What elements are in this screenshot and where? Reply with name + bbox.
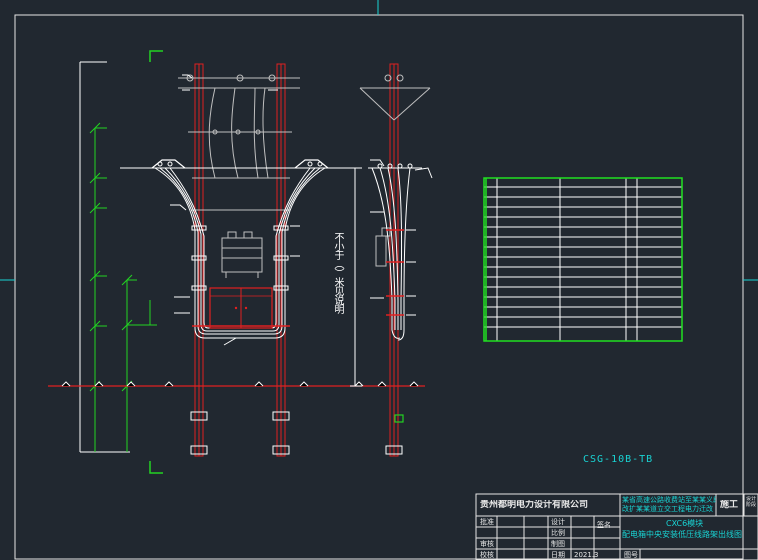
height-dimension — [350, 167, 362, 387]
check-label: 校核 — [480, 551, 494, 559]
side-view-pole — [385, 63, 404, 457]
date-value: 2021.3 — [574, 551, 599, 559]
height-dimension-label: 不小于（）米见说明 — [332, 232, 343, 313]
review-label: 审核 — [480, 540, 494, 548]
date-label: 日期 — [551, 551, 565, 559]
design-stage-caption: 设计阶段 — [746, 496, 757, 508]
drawing-title-line1: CXC6模块 — [666, 519, 704, 528]
design-stage: 施工 — [720, 500, 739, 510]
left-dimension-chain — [79, 61, 157, 453]
signature-mark: 签名 — [597, 521, 611, 529]
approve-label: 批准 — [480, 518, 494, 526]
front-view-poles — [194, 63, 286, 457]
side-view-conductors — [368, 159, 433, 341]
cad-drawing-canvas — [0, 0, 758, 560]
draw-label: 制图 — [551, 540, 565, 548]
drawing-no-label: 图号 — [624, 551, 638, 559]
pole-footings — [190, 411, 290, 455]
design-label: 设计 — [551, 518, 565, 526]
materials-table — [483, 177, 683, 342]
project-name-line1: 某省高速公路收费站至某某义段 — [622, 496, 716, 504]
lv-conductors-front — [120, 159, 358, 339]
scale-label: 比例 — [551, 529, 565, 537]
drawing-title-line2: 配电箱中央安装低压线路架出线图 — [622, 530, 742, 539]
center-marks — [0, 0, 758, 281]
drawing-number: CSG-10B-TB — [583, 454, 654, 465]
side-view-hardware — [359, 74, 431, 267]
ground-line — [48, 381, 425, 387]
view-corner-marks — [149, 50, 163, 474]
company-name: 贵州都明电力设计有限公司 — [480, 500, 589, 510]
distribution-box — [192, 287, 290, 329]
project-name-line2: 改扩某某道立交工程电力迁改 — [622, 505, 713, 513]
